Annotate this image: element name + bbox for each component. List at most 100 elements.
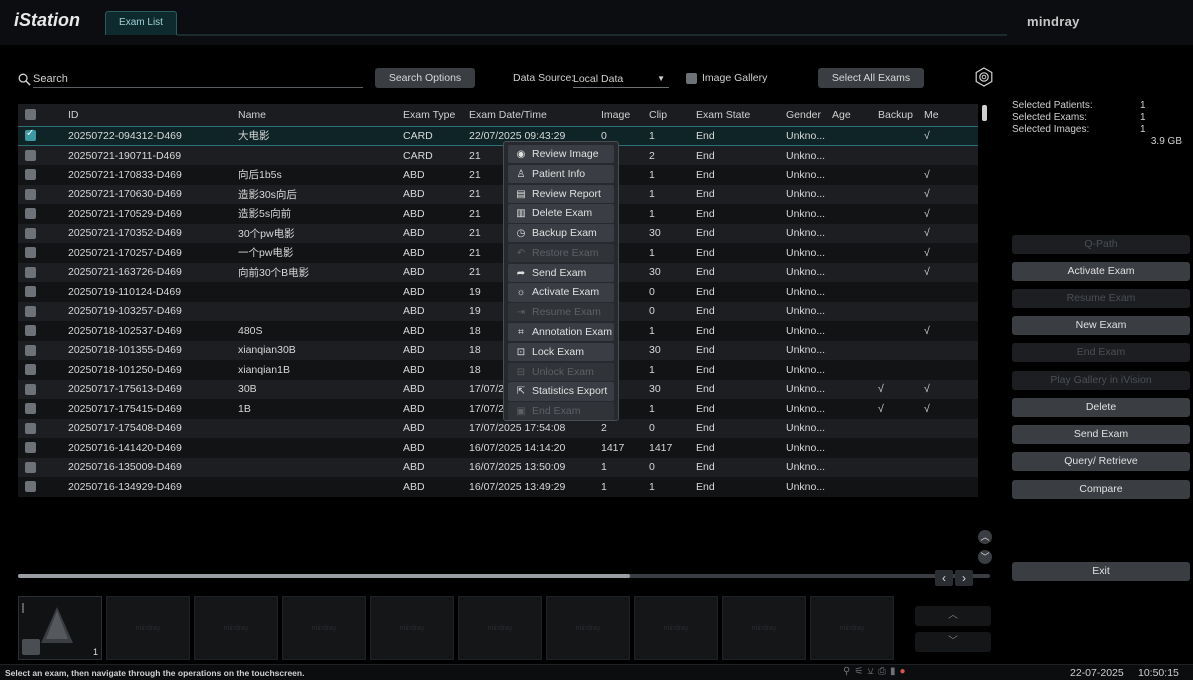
row-checkbox-cell[interactable] (18, 125, 64, 146)
search-input[interactable] (33, 70, 363, 88)
table-row[interactable]: 20250721-170352-D46930个pw电影ABD21030EndUn… (18, 223, 978, 243)
menu-item-statistics-export[interactable]: ⇱ Statistics Export (508, 382, 614, 401)
row-checkbox[interactable] (25, 442, 36, 454)
row-checkbox[interactable] (25, 383, 36, 395)
column-header[interactable]: Backup (874, 104, 920, 126)
row-checkbox-cell[interactable] (18, 223, 64, 243)
table-row[interactable]: 20250718-101355-D469xianqian30BABD18030E… (18, 340, 978, 360)
header-select-all[interactable] (18, 104, 64, 126)
compare-button[interactable]: Compare (1012, 480, 1190, 499)
row-checkbox-cell[interactable] (18, 379, 64, 399)
row-checkbox[interactable] (25, 305, 36, 317)
horizontal-scrollbar-thumb[interactable] (18, 574, 630, 578)
table-row[interactable]: 20250719-110124-D469ABD1920EndUnkno... (18, 282, 978, 302)
gear-icon[interactable] (974, 67, 994, 87)
row-checkbox[interactable] (25, 403, 36, 415)
menu-item-send-exam[interactable]: ➦ Send Exam (508, 263, 614, 282)
column-header[interactable]: Me (920, 104, 978, 126)
table-row[interactable]: 20250717-175415-D4691BABD17/07/2025 17:5… (18, 399, 978, 419)
select-all-checkbox[interactable] (25, 109, 36, 121)
row-checkbox-cell[interactable] (18, 418, 64, 438)
row-checkbox-cell[interactable] (18, 340, 64, 360)
row-checkbox[interactable] (25, 128, 36, 142)
table-row[interactable]: 20250716-135009-D469 ABD 16/07/2025 13:50:… (18, 457, 978, 477)
column-header[interactable]: Exam Date/Time (465, 104, 597, 126)
exit-button[interactable]: Exit (1012, 562, 1190, 581)
row-checkbox[interactable] (25, 461, 36, 473)
end-exam-button[interactable]: End Exam (1012, 343, 1190, 362)
column-header[interactable]: Name (234, 104, 399, 126)
table-row[interactable]: 20250721-170833-D469向后1b5sABD2101EndUnkn… (18, 165, 978, 185)
row-checkbox[interactable] (25, 364, 36, 376)
row-checkbox[interactable] (25, 422, 36, 434)
row-checkbox-cell[interactable] (18, 477, 64, 497)
row-checkbox[interactable] (25, 150, 36, 162)
menu-item-activate-exam[interactable]: ☼ Activate Exam (508, 283, 614, 302)
row-checkbox-cell[interactable] (18, 262, 64, 282)
play-gallery-button[interactable]: Play Gallery in iVision (1012, 371, 1190, 390)
row-checkbox[interactable] (25, 169, 36, 181)
row-checkbox[interactable] (25, 344, 36, 356)
table-row[interactable]: 20250716-134929-D469 ABD 16/07/2025 13:49:… (18, 477, 978, 497)
new-exam-button[interactable]: New Exam (1012, 316, 1190, 335)
row-checkbox-cell[interactable] (18, 145, 64, 165)
row-checkbox-cell[interactable] (18, 184, 64, 204)
horizontal-scrollbar[interactable] (18, 574, 990, 578)
menu-item-end-exam[interactable]: ▣ End Exam (508, 402, 614, 421)
column-header[interactable]: Image (597, 104, 645, 126)
row-checkbox-cell[interactable] (18, 243, 64, 263)
column-header[interactable]: ID (64, 104, 234, 126)
delete-button[interactable]: Delete (1012, 398, 1190, 417)
qpath-button[interactable]: Q-Path (1012, 235, 1190, 254)
row-checkbox[interactable] (25, 266, 36, 278)
thumbnail-up-button[interactable]: ︿ (915, 606, 991, 626)
select-all-exams-button[interactable]: Select All Exams (818, 68, 924, 88)
column-header[interactable]: Gender (782, 104, 828, 126)
row-checkbox-cell[interactable] (18, 438, 64, 458)
row-checkbox[interactable] (25, 188, 36, 200)
table-row[interactable]: 20250721-190711-D469CARD2102EndUnkno... (18, 145, 978, 165)
table-row[interactable]: 20250717-175613-D46930BABD17/07/2025 17:… (18, 379, 978, 399)
activate-exam-button[interactable]: Activate Exam (1012, 262, 1190, 281)
menu-item-resume-exam[interactable]: ⇥ Resume Exam (508, 303, 614, 322)
table-row[interactable]: 20250718-102537-D469480SABD1801EndUnkno.… (18, 321, 978, 341)
page-next-button[interactable]: › (955, 570, 973, 586)
row-checkbox-cell[interactable] (18, 301, 64, 321)
resume-exam-button[interactable]: Resume Exam (1012, 289, 1190, 308)
row-checkbox[interactable] (25, 481, 36, 493)
row-checkbox[interactable] (25, 325, 36, 337)
thumbnail-image[interactable]: 1 (18, 596, 102, 660)
row-checkbox-cell[interactable] (18, 204, 64, 224)
row-checkbox[interactable] (25, 286, 36, 298)
row-checkbox[interactable] (25, 208, 36, 220)
tab-exam-list[interactable]: Exam List (105, 11, 177, 35)
menu-item-unlock-exam[interactable]: ⊟ Unlock Exam (508, 362, 614, 381)
menu-item-backup-exam[interactable]: ◷ Backup Exam (508, 224, 614, 243)
table-row[interactable]: 20250722-094312-D469大电影CARD22/07/2025 09… (18, 125, 978, 146)
menu-item-annotation-exam[interactable]: ⌗ Annotation Exam (508, 323, 614, 342)
data-source-select[interactable]: Local Data ▼ (573, 70, 669, 88)
table-row[interactable]: 20250716-141420-D469 ABD 16/07/2025 14:14:… (18, 438, 978, 458)
row-checkbox-cell[interactable] (18, 360, 64, 380)
column-header[interactable]: Exam Type (399, 104, 465, 126)
search-options-button[interactable]: Search Options (375, 68, 475, 88)
send-exam-button[interactable]: Send Exam (1012, 425, 1190, 444)
column-header[interactable]: Clip (645, 104, 692, 126)
thumbnail-down-button[interactable]: ﹀ (915, 632, 991, 652)
row-checkbox-cell[interactable] (18, 457, 64, 477)
column-header[interactable]: Exam State (692, 104, 782, 126)
table-row[interactable]: 20250719-103257-D469ABD1920EndUnkno... (18, 301, 978, 321)
menu-item-review-image[interactable]: ◉ Review Image (508, 145, 614, 164)
row-checkbox-cell[interactable] (18, 165, 64, 185)
row-checkbox-cell[interactable] (18, 282, 64, 302)
table-row[interactable]: 20250721-170630-D469造影30s向后ABD2101EndUnk… (18, 184, 978, 204)
menu-item-delete-exam[interactable]: ▥ Delete Exam (508, 204, 614, 223)
page-prev-button[interactable]: ‹ (935, 570, 953, 586)
vertical-scrollbar-thumb[interactable] (982, 105, 987, 121)
row-checkbox-cell[interactable] (18, 321, 64, 341)
table-row[interactable]: 20250721-170257-D469一个pw电影ABD2101EndUnkn… (18, 243, 978, 263)
menu-item-lock-exam[interactable]: ⊡ Lock Exam (508, 342, 614, 361)
menu-item-review-report[interactable]: ▤ Review Report (508, 184, 614, 203)
row-checkbox[interactable] (25, 247, 36, 259)
column-header[interactable]: Age (828, 104, 874, 126)
